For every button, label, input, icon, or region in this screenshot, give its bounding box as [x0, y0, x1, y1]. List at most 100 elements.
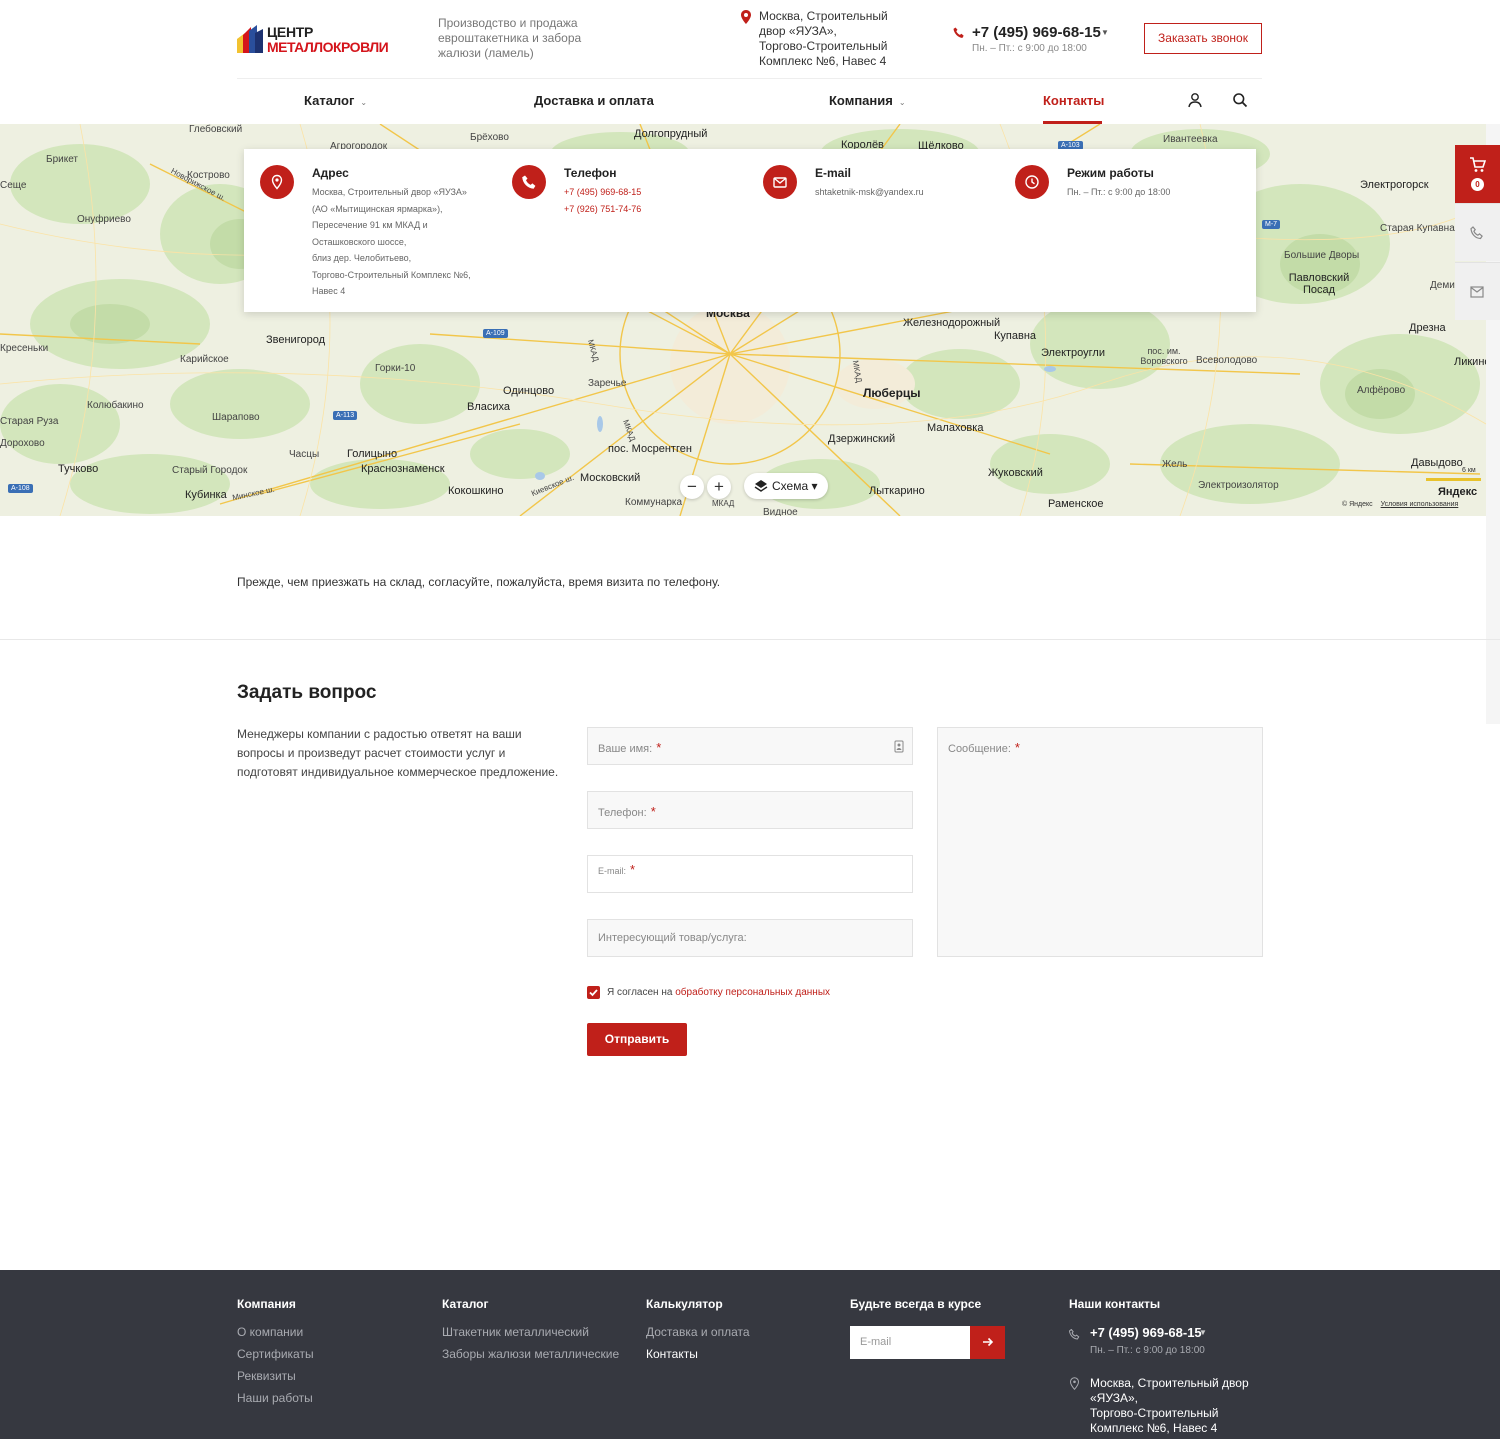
- address-line: Навес 4: [312, 286, 346, 296]
- name-field[interactable]: Ваше имя: *: [587, 727, 913, 765]
- email-field[interactable]: E-mail: *: [587, 855, 913, 893]
- footer-link[interactable]: Сертификаты: [237, 1347, 314, 1361]
- form-description: Менеджеры компании с радостью ответят на…: [237, 727, 559, 779]
- site-logo[interactable]: ЦЕНТР МЕТАЛЛОКРОВЛИ: [237, 22, 389, 58]
- map-label: Долгопрудный: [634, 128, 708, 140]
- name-field-label: Ваше имя: *: [598, 740, 662, 755]
- map-label: Одинцово: [503, 385, 555, 397]
- map-label: Павловский Посад: [1288, 272, 1350, 296]
- hours-value: Пн. – Пт.: с 9:00 до 18:00: [1067, 187, 1171, 197]
- terms-link[interactable]: Условия использования: [1381, 501, 1459, 508]
- phone-dropdown-icon[interactable]: ▼: [1199, 1328, 1207, 1337]
- map-type-button[interactable]: Схема ▾: [744, 473, 828, 499]
- map-label: Кокошкино: [448, 485, 504, 497]
- map-label: Горки-10: [375, 363, 416, 374]
- mail-icon: [1470, 286, 1484, 298]
- search-icon[interactable]: [1232, 92, 1248, 108]
- map-label: Онуфриево: [77, 214, 131, 225]
- hours-badge: [1015, 165, 1049, 199]
- footer-link[interactable]: О компании: [237, 1325, 303, 1339]
- contact-info-card: Адрес Москва, Строительный двор «ЯУЗА» (…: [244, 149, 1256, 312]
- address-line: Торгово-Строительный Комплекс №6,: [312, 269, 471, 280]
- product-field[interactable]: Интересующий товар/услуга:: [587, 919, 913, 957]
- map-label: Часцы: [289, 449, 320, 460]
- footer-address: Москва, Строительный двор «ЯУЗА», Торгов…: [1090, 1376, 1265, 1436]
- nav-company-label: Компания: [829, 93, 893, 108]
- hours-title: Режим работы: [1067, 166, 1154, 180]
- phone-link[interactable]: +7 (926) 751-74-76: [564, 201, 641, 218]
- road-badge: А-108: [8, 484, 33, 493]
- footer-address-line: Торгово-Строительный: [1090, 1406, 1219, 1420]
- side-callback-button[interactable]: [1455, 203, 1500, 261]
- nav-company[interactable]: Компания ⌄: [829, 93, 906, 108]
- side-cart-button[interactable]: 0: [1455, 145, 1500, 203]
- phone-field[interactable]: Телефон: *: [587, 791, 913, 829]
- map-label: Карийское: [180, 354, 229, 365]
- address-line: Москва, Строительный двор «ЯУЗА»: [312, 187, 467, 197]
- footer-link[interactable]: Наши работы: [237, 1391, 313, 1405]
- footer-link[interactable]: Реквизиты: [237, 1369, 296, 1383]
- section-divider: [0, 639, 1500, 640]
- callback-button[interactable]: Заказать звонок: [1144, 23, 1262, 54]
- map-label: Голицыно: [347, 448, 398, 460]
- required-mark: *: [656, 740, 662, 755]
- road-badge: А-113: [333, 411, 358, 420]
- header-address-line: Торгово-Строительный: [759, 39, 888, 53]
- side-mail-button[interactable]: [1455, 262, 1500, 320]
- footer-link[interactable]: Доставка и оплата: [646, 1325, 750, 1339]
- map-label: Шарапово: [212, 412, 260, 423]
- clock-icon: [1025, 175, 1039, 189]
- privacy-link[interactable]: обработку персональных данных: [675, 987, 830, 998]
- footer-email-input[interactable]: E-mail: [850, 1326, 971, 1359]
- chevron-down-icon: ⌄: [898, 98, 906, 107]
- consent-text: Я согласен на обработку персональных дан…: [607, 987, 831, 998]
- header-address-line: Комплекс №6, Навес 4: [759, 54, 887, 68]
- address-title: Адрес: [312, 166, 349, 180]
- map-scale-bar: [1426, 478, 1481, 481]
- address-line: Пересечение 91 км МКАД и: [312, 220, 428, 230]
- nav-contacts[interactable]: Контакты: [1043, 93, 1104, 108]
- map-label: Дрезна: [1409, 322, 1446, 334]
- footer-link-active[interactable]: Контакты: [646, 1347, 698, 1361]
- map-label: Видное: [763, 507, 798, 516]
- zoom-in-button[interactable]: +: [707, 475, 731, 499]
- product-field-label: Интересующий товар/услуга:: [598, 932, 747, 944]
- yandex-logo[interactable]: Яндекс: [1438, 486, 1477, 498]
- chevron-down-icon: ⌄: [360, 98, 368, 107]
- nav-catalog[interactable]: Каталог ⌄: [304, 93, 367, 108]
- nav-delivery[interactable]: Доставка и оплата: [534, 93, 654, 108]
- footer-calc-title: Калькулятор: [646, 1297, 723, 1311]
- footer-link[interactable]: Штакетник металлический: [442, 1325, 589, 1339]
- header-divider: [237, 78, 1262, 79]
- zoom-out-button[interactable]: −: [680, 475, 704, 499]
- submit-button[interactable]: Отправить: [587, 1023, 687, 1056]
- footer-phone[interactable]: +7 (495) 969-68-15: [1090, 1325, 1202, 1340]
- map-label: Жуковский: [988, 467, 1043, 479]
- email-field-label: E-mail: *: [598, 862, 636, 877]
- cart-icon: [1470, 157, 1486, 172]
- map-label: Старая Купавна: [1380, 223, 1455, 234]
- phone-icon: [1470, 226, 1483, 240]
- site-footer: [0, 1270, 1500, 1439]
- map-scale-label: 6 км: [1462, 467, 1476, 474]
- map-label: МКАД: [712, 499, 735, 508]
- user-icon[interactable]: [1187, 92, 1203, 108]
- phone-dropdown-icon[interactable]: ▼: [1101, 28, 1109, 37]
- message-field[interactable]: Сообщение: *: [937, 727, 1263, 957]
- header-phone-number[interactable]: +7 (495) 969-68-15: [972, 24, 1101, 41]
- map-label: Малаховка: [927, 422, 984, 434]
- email-link[interactable]: shtaketnik-msk@yandex.ru: [815, 184, 924, 201]
- map-label: Тучково: [58, 463, 99, 475]
- footer-link[interactable]: Заборы жалюзи металлические: [442, 1347, 619, 1361]
- mail-icon: [773, 177, 787, 188]
- footer-address-line: «ЯУЗА»,: [1090, 1391, 1138, 1405]
- required-mark: *: [630, 862, 636, 877]
- phone-link[interactable]: +7 (495) 969-68-15: [564, 184, 641, 201]
- header-hours: Пн. – Пт.: с 9:00 до 18:00: [972, 43, 1087, 54]
- phone-icon: [1069, 1329, 1080, 1340]
- map-label: Ивантеевка: [1163, 134, 1218, 145]
- consent-checkbox[interactable]: [587, 986, 600, 999]
- subscribe-button[interactable]: [970, 1326, 1005, 1359]
- map-label: Купавна: [994, 330, 1037, 342]
- email-title: E-mail: [815, 166, 852, 180]
